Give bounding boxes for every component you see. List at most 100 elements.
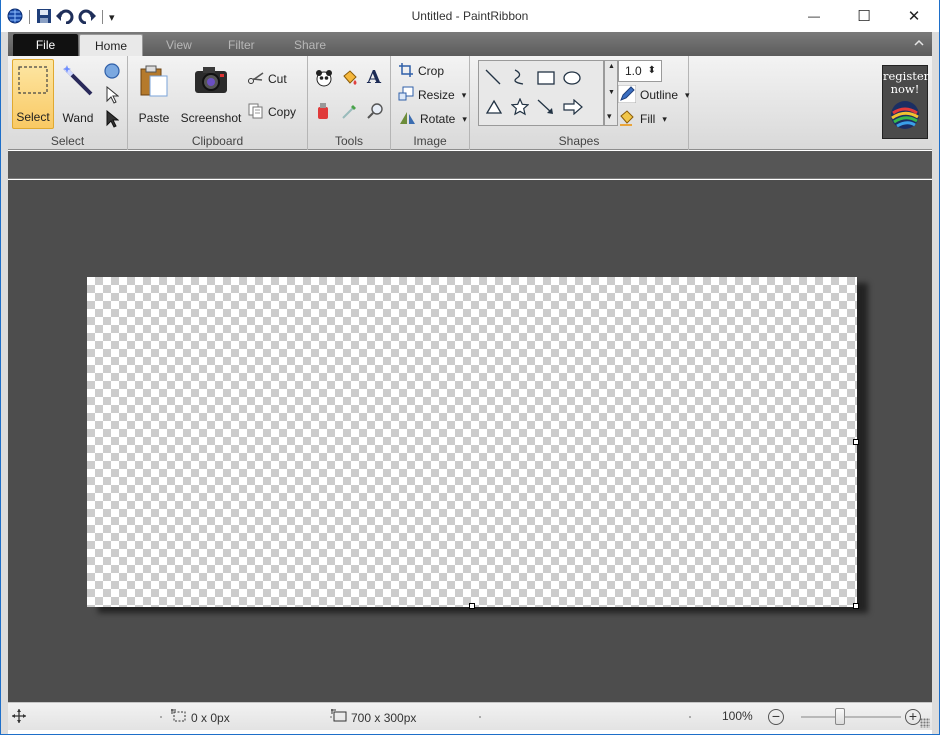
- tab-share[interactable]: Share: [280, 34, 340, 56]
- copy-label: Copy: [268, 105, 297, 119]
- paste-button[interactable]: Paste: [134, 59, 174, 129]
- magnifier-icon[interactable]: [366, 102, 384, 123]
- image-size-value: 700 x 300px: [351, 710, 417, 725]
- group-image: Crop Resize Rotate Image: [391, 56, 470, 150]
- window-frame-right: [932, 32, 939, 734]
- close-icon: ✕: [907, 8, 921, 25]
- color-picker-icon[interactable]: [341, 102, 359, 123]
- block-arrow-shape-icon[interactable]: [563, 98, 583, 118]
- selection-size-icon: [171, 709, 187, 726]
- tab-view[interactable]: View: [152, 34, 206, 56]
- status-bar: 0 x 0px 700 x 300px 100% − +: [8, 702, 932, 730]
- curve-shape-icon[interactable]: [511, 69, 527, 88]
- screenshot-label: Screenshot: [180, 111, 242, 125]
- arrow-line-shape-icon[interactable]: [537, 99, 555, 118]
- gallery-scroll-up-icon[interactable]: ▲: [608, 63, 615, 70]
- crop-button[interactable]: Crop: [398, 61, 444, 81]
- rotate-icon: [398, 110, 416, 129]
- text-tool-icon[interactable]: A: [367, 67, 381, 88]
- scissors-icon: [248, 71, 264, 88]
- group-select: Select Wand Select: [8, 56, 128, 150]
- spinner-arrows-icon[interactable]: ⬍: [648, 61, 656, 81]
- colorful-sphere-icon: [889, 99, 921, 134]
- screenshot-button[interactable]: Screenshot: [178, 59, 244, 129]
- line-shape-icon[interactable]: [485, 69, 501, 88]
- paste-label: Paste: [138, 111, 170, 125]
- canvas-workspace[interactable]: [8, 180, 932, 702]
- zoom-level: 100%: [722, 709, 753, 723]
- image-group-label: Image: [413, 134, 447, 148]
- select-button[interactable]: Select: [12, 59, 54, 129]
- bucket-fill-icon[interactable]: [341, 69, 359, 90]
- copy-button[interactable]: Copy: [248, 102, 296, 122]
- window-resize-grip[interactable]: [920, 718, 930, 728]
- group-clipboard: Paste Screenshot Cut Copy Clipboard: [128, 56, 308, 150]
- outline-label: Outline: [640, 88, 679, 102]
- panda-stamp-icon[interactable]: [315, 69, 333, 90]
- gallery-expand-icon[interactable]: ▾: [607, 111, 612, 122]
- fill-label: Fill: [640, 112, 656, 126]
- minimize-button[interactable]: —: [789, 0, 839, 32]
- cut-label: Cut: [268, 72, 287, 86]
- pointer-filled-icon[interactable]: [105, 109, 120, 131]
- shapes-gallery-scroll: ▲ ▼ ▾: [604, 60, 618, 126]
- magic-wand-icon: [61, 64, 95, 101]
- wand-button[interactable]: Wand: [57, 59, 99, 129]
- group-tools: A Tools: [308, 56, 391, 150]
- resize-handle-bottom[interactable]: [469, 603, 475, 609]
- paint-ribbon-window: ▾ Untitled - PaintRibbon — ☐ ✕ File Home…: [1, 0, 939, 734]
- status-separator: [160, 716, 162, 718]
- select-group-label: Select: [50, 134, 85, 148]
- rotate-label: Rotate: [420, 112, 456, 126]
- register-now-button[interactable]: register now!: [882, 65, 929, 139]
- status-separator: [689, 716, 691, 718]
- image-size-icon: [331, 709, 347, 726]
- paint-bottle-icon[interactable]: [316, 102, 330, 123]
- paste-clipboard-icon: [138, 64, 170, 101]
- outline-dropdown[interactable]: Outline: [617, 84, 690, 105]
- image-canvas[interactable]: [87, 277, 857, 607]
- zoom-slider-track[interactable]: [801, 716, 901, 718]
- rectangle-shape-icon[interactable]: [537, 71, 555, 88]
- tab-file[interactable]: File: [13, 34, 78, 56]
- tab-filter[interactable]: Filter: [214, 34, 269, 56]
- wand-label: Wand: [62, 111, 94, 125]
- tab-home[interactable]: Home: [79, 34, 143, 56]
- stroke-width-value: 1.0: [625, 64, 642, 78]
- camera-icon: [193, 64, 229, 99]
- tools-group-label: Tools: [334, 134, 363, 148]
- gallery-scroll-down-icon[interactable]: ▼: [608, 89, 615, 96]
- ribbon-collapse-icon[interactable]: [912, 36, 926, 50]
- resize-dropdown[interactable]: Resize: [398, 85, 466, 105]
- group-shapes: ▲ ▼ ▾ 1.0 ⬍ Outline Fill Shapes: [470, 56, 689, 150]
- zoom-slider-thumb[interactable]: [835, 708, 845, 725]
- rotate-dropdown[interactable]: Rotate: [398, 109, 467, 129]
- fill-dropdown[interactable]: Fill: [618, 109, 667, 129]
- resize-label: Resize: [418, 88, 455, 102]
- star-shape-icon[interactable]: [510, 97, 530, 119]
- resize-handle-corner[interactable]: [853, 603, 859, 609]
- zoom-out-button[interactable]: −: [768, 709, 784, 725]
- image-size-field: 700 x 300px: [331, 709, 416, 726]
- window-controls: — ☐ ✕: [789, 0, 939, 32]
- zoom-in-button[interactable]: +: [905, 709, 921, 725]
- shapes-group-label: Shapes: [558, 134, 600, 148]
- ellipse-select-icon[interactable]: [103, 62, 121, 83]
- cursor-position-icon: [12, 709, 26, 723]
- maximize-button[interactable]: ☐: [839, 0, 889, 32]
- fill-bucket-icon: [618, 109, 636, 130]
- close-button[interactable]: ✕: [889, 0, 939, 32]
- clipboard-group-label: Clipboard: [191, 134, 244, 148]
- ribbon-tab-strip: File Home View Filter Share: [8, 32, 932, 56]
- stroke-width-spinner[interactable]: 1.0 ⬍: [618, 60, 662, 82]
- select-label: Select: [16, 110, 50, 124]
- resize-handle-right[interactable]: [853, 439, 859, 445]
- workspace-top-strip: [8, 151, 932, 179]
- window-frame-left: [1, 32, 8, 734]
- pointer-outline-icon[interactable]: [105, 85, 120, 107]
- status-separator: [479, 716, 481, 718]
- selection-size-field: 0 x 0px: [171, 709, 230, 726]
- triangle-shape-icon[interactable]: [485, 99, 503, 118]
- cut-button[interactable]: Cut: [248, 69, 287, 89]
- ellipse-shape-icon[interactable]: [563, 71, 581, 88]
